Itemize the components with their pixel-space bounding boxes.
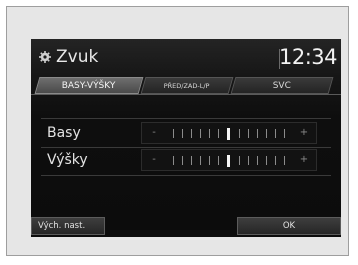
level-tick: [209, 156, 211, 165]
level-tick: [283, 129, 285, 138]
treble-level-scale[interactable]: [173, 154, 285, 167]
level-tick: [182, 156, 184, 165]
row-divider: [41, 118, 331, 119]
tab-bar: BASY-VÝŠKY PŘED/ZAD-L/P SVC: [31, 77, 341, 95]
level-tick: [200, 129, 202, 138]
audio-screen: Zvuk 12:34 BASY-VÝŠKY PŘED/ZAD-L/P SVC B…: [31, 39, 341, 237]
tab-label: BASY-VÝŠKY: [61, 81, 116, 91]
bass-level-scale[interactable]: [173, 127, 285, 140]
ok-button[interactable]: OK: [237, 217, 341, 235]
level-tick: [256, 129, 258, 138]
level-tick: [191, 129, 193, 138]
level-tick: [265, 129, 267, 138]
treble-increase-button[interactable]: +: [295, 149, 313, 171]
tab-bass-treble[interactable]: BASY-VÝŠKY: [34, 77, 144, 94]
treble-decrease-button[interactable]: -: [145, 149, 163, 171]
tab-label: SVC: [272, 81, 291, 91]
level-tick: [209, 129, 211, 138]
default-settings-button[interactable]: Vých. nast.: [31, 217, 105, 235]
bass-increase-button[interactable]: +: [295, 122, 313, 144]
gear-icon: [39, 51, 51, 63]
treble-setting-row: Výšky - +: [31, 149, 341, 173]
level-tick: [200, 156, 202, 165]
screen-title: Zvuk: [56, 47, 99, 67]
bass-setting-row: Basy - +: [31, 122, 341, 146]
row-divider: [41, 147, 331, 148]
clock: 12:34: [278, 45, 338, 69]
row-divider: [41, 175, 331, 176]
level-tick: [256, 156, 258, 165]
level-marker: [227, 127, 231, 140]
level-tick: [173, 129, 174, 138]
level-tick: [247, 129, 249, 138]
bass-decrease-button[interactable]: -: [145, 122, 163, 144]
level-tick: [238, 156, 240, 165]
level-tick: [218, 129, 220, 138]
level-tick: [182, 129, 184, 138]
header-bar: Zvuk 12:34: [31, 39, 341, 77]
level-tick: [274, 129, 276, 138]
tab-underline: [31, 94, 341, 95]
footer-bar: Vých. nast. OK: [31, 215, 341, 237]
level-tick: [218, 156, 220, 165]
level-tick: [238, 129, 240, 138]
level-tick: [274, 156, 276, 165]
tab-fader-balance[interactable]: PŘED/ZAD-L/P: [140, 77, 234, 94]
level-tick: [247, 156, 249, 165]
level-marker: [227, 154, 231, 167]
tab-label: PŘED/ZAD-L/P: [163, 82, 210, 90]
level-tick: [265, 156, 267, 165]
tab-svc[interactable]: SVC: [230, 77, 334, 94]
level-tick: [173, 156, 174, 165]
bass-label: Basy: [47, 125, 81, 141]
treble-label: Výšky: [47, 152, 88, 168]
level-tick: [191, 156, 193, 165]
level-tick: [283, 156, 285, 165]
